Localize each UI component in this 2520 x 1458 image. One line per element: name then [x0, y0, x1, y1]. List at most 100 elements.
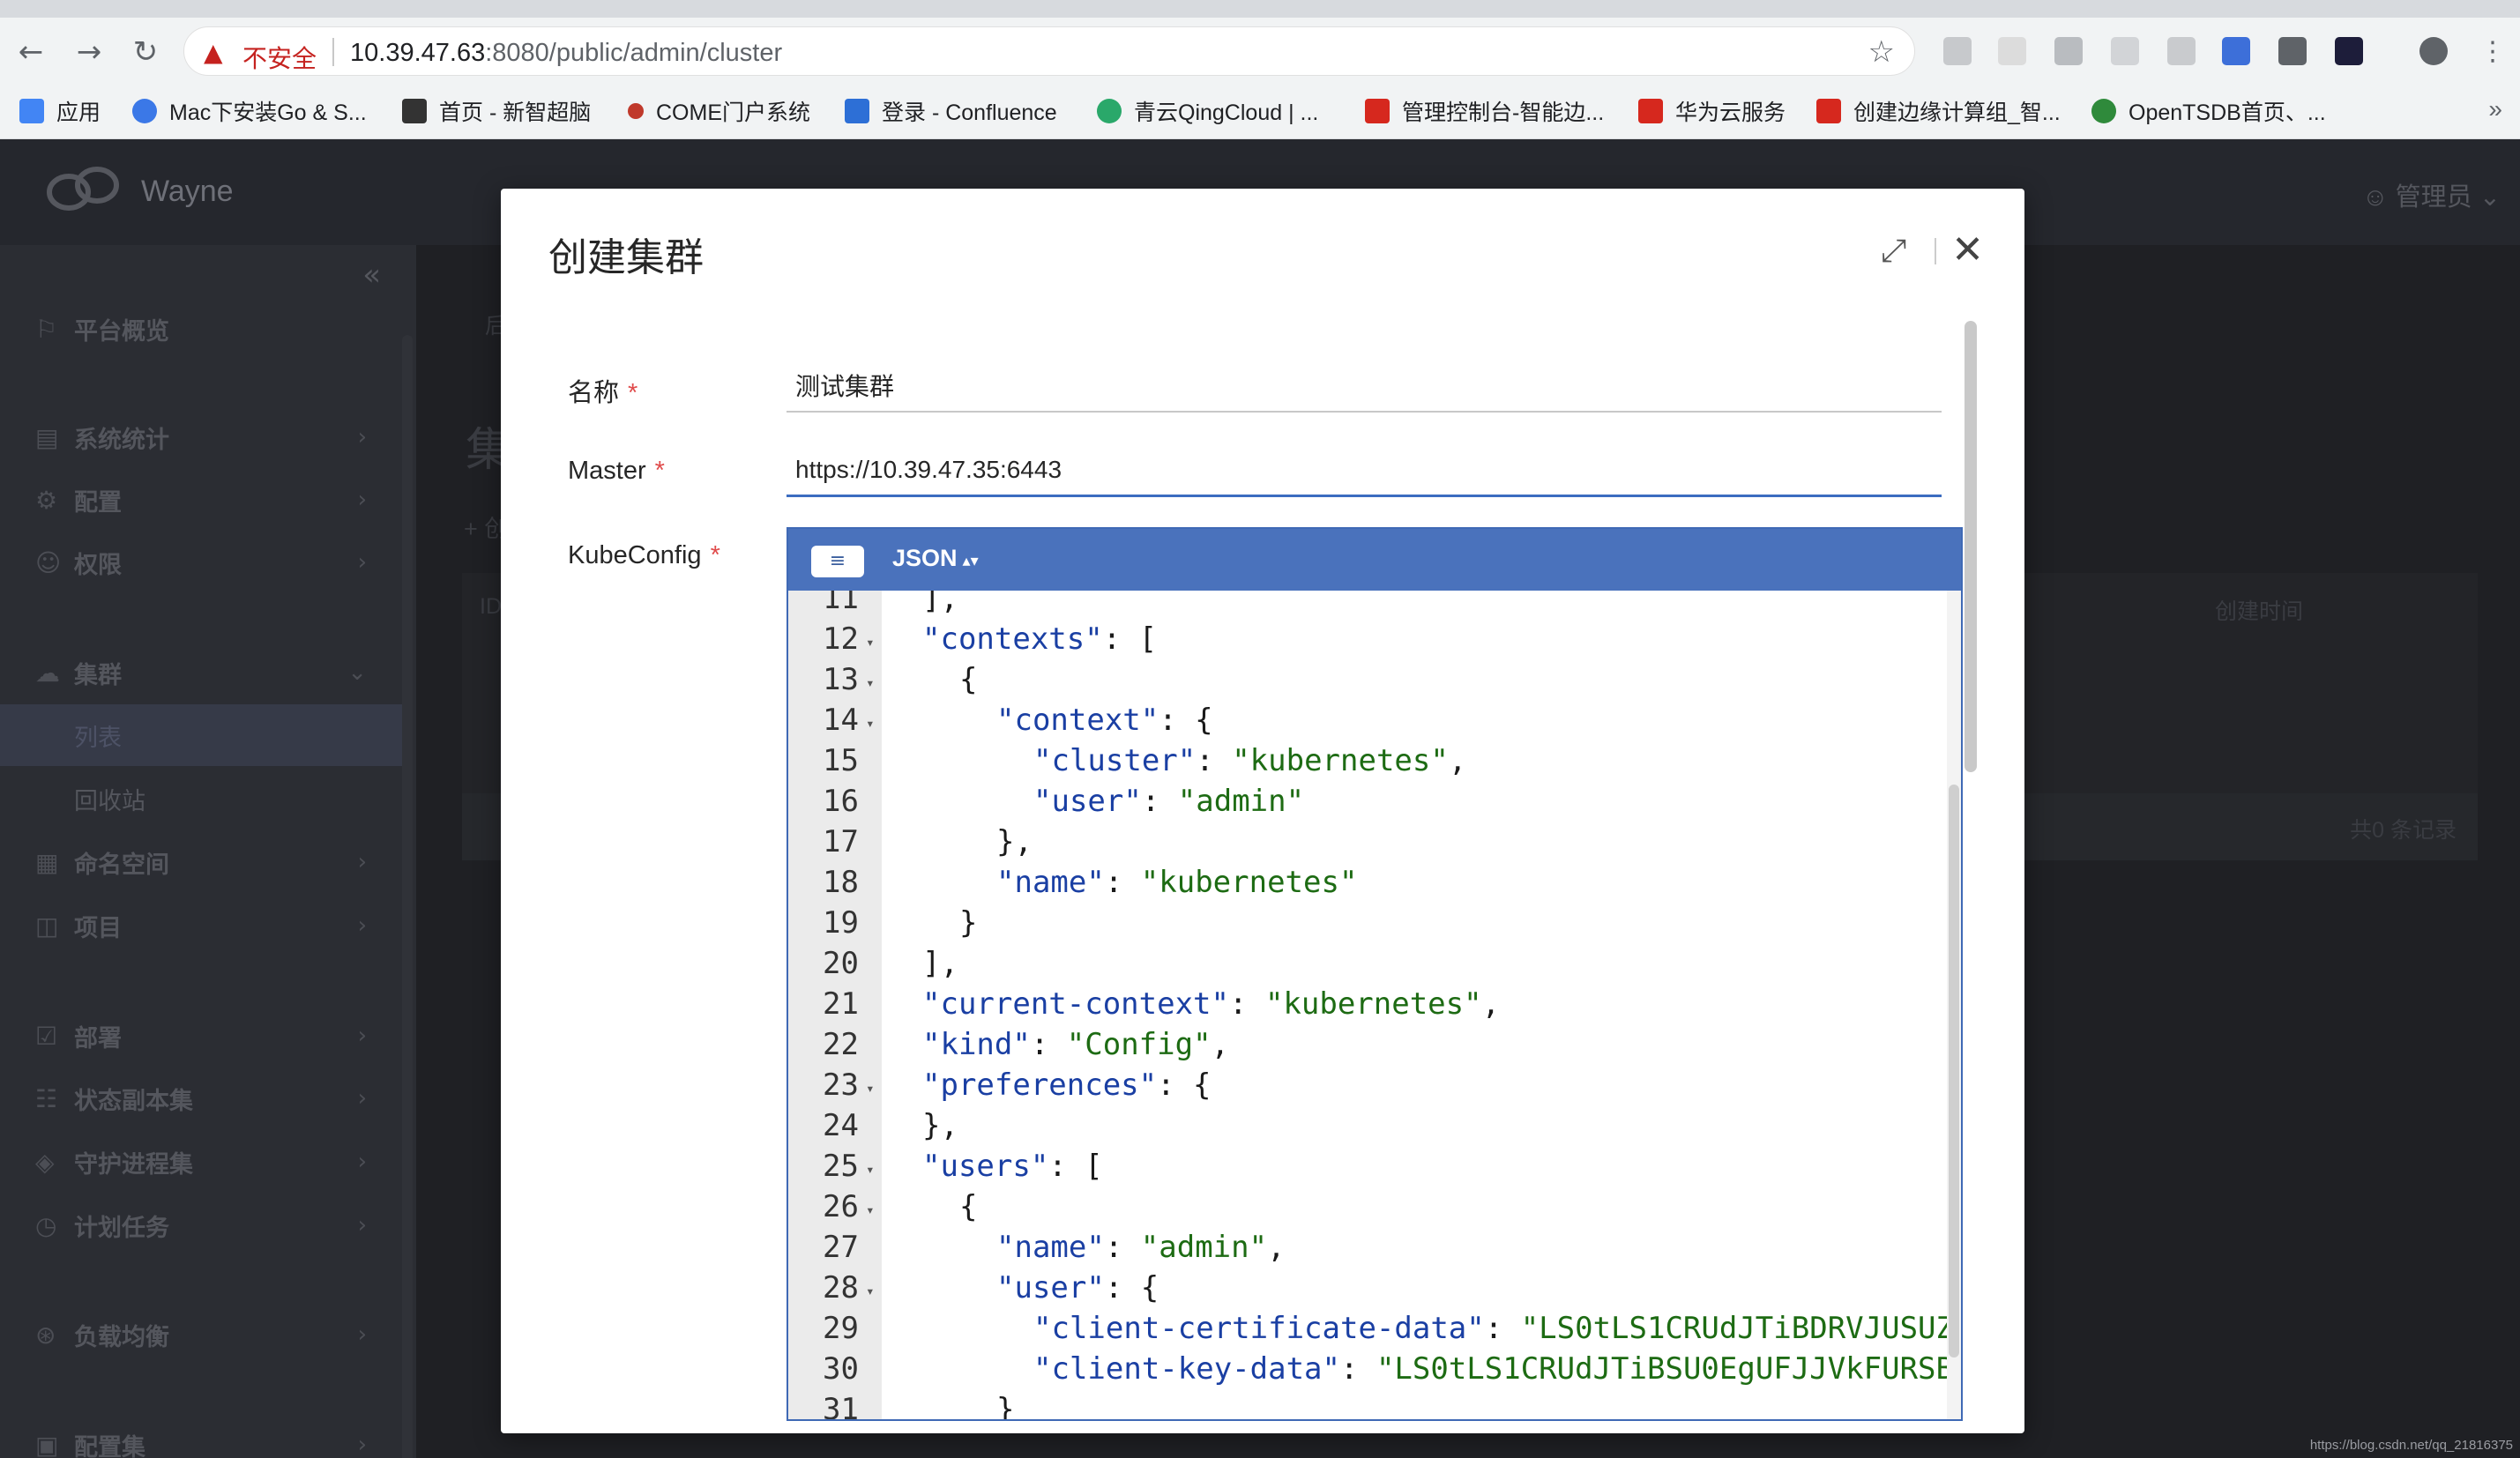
json-key: "name" [996, 1230, 1105, 1265]
grid-icon: ▦ [35, 847, 59, 877]
code-line[interactable]: 16 "user": "admin" [788, 783, 1961, 820]
code-line[interactable]: 14 ▾ "context": { [788, 702, 1961, 739]
code-text: { [959, 1188, 977, 1225]
bookmark-item[interactable]: 青云QingCloud | ... [1097, 93, 1318, 129]
bookmark-item[interactable]: 登录 - Confluence [845, 93, 1057, 129]
code-line[interactable]: 24}, [788, 1107, 1961, 1144]
column-header-created[interactable]: 创建时间 [2215, 594, 2303, 626]
bookmark-label: OpenTSDB首页、... [2129, 100, 2326, 125]
bookmark-item[interactable]: COME门户系统 [628, 93, 810, 129]
bookmarks-overflow-button[interactable]: » [2488, 95, 2502, 123]
admin-menu[interactable]: ☺ 管理员 ⌄ [2362, 176, 2501, 213]
cluster-name-input[interactable] [787, 360, 1942, 413]
sidebar-item-cluster-list[interactable]: 列表 [0, 704, 402, 766]
sidebar-item-statefulset[interactable]: ☷ 状态副本集 › [0, 1067, 402, 1129]
cloud-icon: ☁ [35, 658, 60, 688]
bookmark-star-icon[interactable]: ☆ [1868, 34, 1895, 70]
code-line[interactable]: 25 ▾ "users": [ [788, 1148, 1961, 1185]
url-text[interactable]: 10.39.47.63:8080/public/admin/cluster [350, 39, 782, 68]
sidebar-item-statistics[interactable]: ▤ 系统统计 › [0, 406, 402, 468]
fold-toggle-icon[interactable]: ▾ [866, 1151, 875, 1188]
extension-icon[interactable] [2111, 37, 2139, 65]
fold-toggle-icon[interactable]: ▾ [866, 705, 875, 742]
sidebar-item-deployment[interactable]: ☑ 部署 › [0, 1005, 402, 1067]
fold-toggle-icon[interactable]: ▾ [866, 1273, 875, 1310]
bookmark-apps[interactable]: 应用 [19, 93, 101, 129]
code-line[interactable]: 30 "client-key-data": "LS0tLS1CRUdJTiBSU0… [788, 1350, 1961, 1387]
sidebar-item-cluster[interactable]: ☁ 集群 ⌄ [0, 642, 402, 703]
sidebar-item-cronjob[interactable]: ◷ 计划任务 › [0, 1194, 402, 1256]
extension-icon[interactable] [1943, 37, 1972, 65]
sidebar-item-namespace[interactable]: ▦ 命名空间 › [0, 831, 402, 893]
modal-scrollbar[interactable] [1965, 321, 1977, 772]
code-text: "user": { [996, 1269, 1159, 1306]
extension-icon[interactable] [2054, 37, 2083, 65]
line-number: 13 [823, 662, 859, 697]
sidebar-scrollbar[interactable] [402, 335, 413, 1458]
address-bar[interactable]: ▲ 不安全 10.39.47.63:8080/public/admin/clus… [183, 26, 1915, 76]
browser-tab-strip [0, 0, 2520, 18]
sidebar-item-configmap[interactable]: ▣ 配置集 › [0, 1414, 402, 1458]
code-line[interactable]: 21 "current-context": "kubernetes", [788, 986, 1961, 1023]
code-line[interactable]: 17}, [788, 823, 1961, 860]
forward-arrow-icon[interactable]: → [72, 35, 106, 69]
bookmark-item[interactable]: 创建边缘计算组_智... [1816, 93, 2061, 129]
close-icon[interactable]: ✕ [1951, 227, 1984, 272]
sidebar-item-overview[interactable]: ⚐ 平台概览 [0, 298, 402, 360]
line-number: 22 [823, 1027, 859, 1062]
fold-toggle-icon[interactable]: ▾ [866, 624, 875, 661]
json-punctuation: : { [1159, 703, 1213, 738]
extension-icon[interactable] [2222, 37, 2250, 65]
code-line[interactable]: 12 ▾ "contexts": [ [788, 621, 1961, 658]
sidebar-item-project[interactable]: ◫ 项目 › [0, 895, 402, 956]
expand-icon[interactable]: ⤢ [1881, 233, 1906, 270]
code-line[interactable]: 29 "client-certificate-data": "LS0tLS1CRU… [788, 1310, 1961, 1347]
bookmark-item[interactable]: 首页 - 新智超脑 [402, 93, 591, 129]
extension-icon[interactable] [1998, 37, 2026, 65]
extension-icon[interactable] [2167, 37, 2196, 65]
bookmark-item[interactable]: 华为云服务 [1638, 93, 1786, 129]
code-line[interactable]: 23 ▾ "preferences": { [788, 1067, 1961, 1104]
code-line[interactable]: 22 "kind": "Config", [788, 1026, 1961, 1063]
extension-icon[interactable] [2335, 37, 2363, 65]
editor-menu-icon[interactable]: ≡ [811, 546, 864, 577]
bookmark-label: 华为云服务 [1675, 100, 1786, 125]
json-key: "users" [922, 1149, 1049, 1184]
kubeconfig-json-editor[interactable]: ≡ JSON ▴▾ 11], 12 ▾ "contexts": [13 ▾{14 ▾ "con… [787, 527, 1963, 1421]
profile-avatar-icon[interactable] [2419, 37, 2448, 65]
extension-icon[interactable] [2278, 37, 2307, 65]
fold-toggle-icon[interactable]: ▾ [866, 665, 875, 702]
line-number: 19 [823, 905, 859, 941]
code-line[interactable]: 13 ▾{ [788, 661, 1961, 698]
fold-toggle-icon[interactable]: ▾ [866, 1070, 875, 1107]
sidebar-item-daemonset[interactable]: ◈ 守护进程集 › [0, 1131, 402, 1193]
user-icon: ☺ [2361, 183, 2396, 212]
json-string: "admin" [1177, 784, 1305, 819]
browser-menu-icon[interactable]: ⋮ [2476, 35, 2509, 69]
editor-scrollbar-thumb[interactable] [1949, 785, 1959, 1358]
fold-toggle-icon[interactable]: ▾ [866, 1192, 875, 1229]
code-line[interactable]: 19} [788, 904, 1961, 941]
bookmark-item[interactable]: Mac下安装Go & S... [132, 93, 367, 129]
sidebar-item-recycle-bin[interactable]: 回收站 [0, 768, 402, 829]
code-line[interactable]: 28 ▾ "user": { [788, 1269, 1961, 1306]
sidebar-item-permissions[interactable]: ☺ 权限 › [0, 532, 402, 593]
code-line[interactable]: 26 ▾{ [788, 1188, 1961, 1225]
code-line[interactable]: 27 "name": "admin", [788, 1229, 1961, 1266]
bookmark-item[interactable]: OpenTSDB首页、... [2091, 93, 2326, 129]
reload-icon[interactable]: ↻ [129, 35, 162, 69]
code-line[interactable]: 18 "name": "kubernetes" [788, 864, 1961, 901]
code-line[interactable]: 31} [788, 1391, 1961, 1419]
code-line[interactable]: 15 "cluster": "kubernetes", [788, 742, 1961, 779]
master-url-input[interactable] [787, 444, 1942, 497]
editor-code-area[interactable]: 11], 12 ▾ "contexts": [13 ▾{14 ▾ "context": {1… [788, 591, 1961, 1419]
editor-mode-select[interactable]: JSON ▴▾ [892, 545, 979, 572]
back-arrow-icon[interactable]: ← [14, 35, 48, 69]
sidebar-item-config[interactable]: ⚙ 配置 › [0, 469, 402, 531]
sidebar-item-loadbalancer[interactable]: ⊛ 负载均衡 › [0, 1304, 402, 1365]
code-line[interactable]: 20], [788, 945, 1961, 982]
sidebar-collapse-icon[interactable]: « [362, 257, 381, 293]
bookmark-item[interactable]: 管理控制台-智能边... [1365, 93, 1604, 129]
column-header-id[interactable]: ID [480, 594, 502, 620]
code-line[interactable]: 11], [788, 591, 1961, 617]
